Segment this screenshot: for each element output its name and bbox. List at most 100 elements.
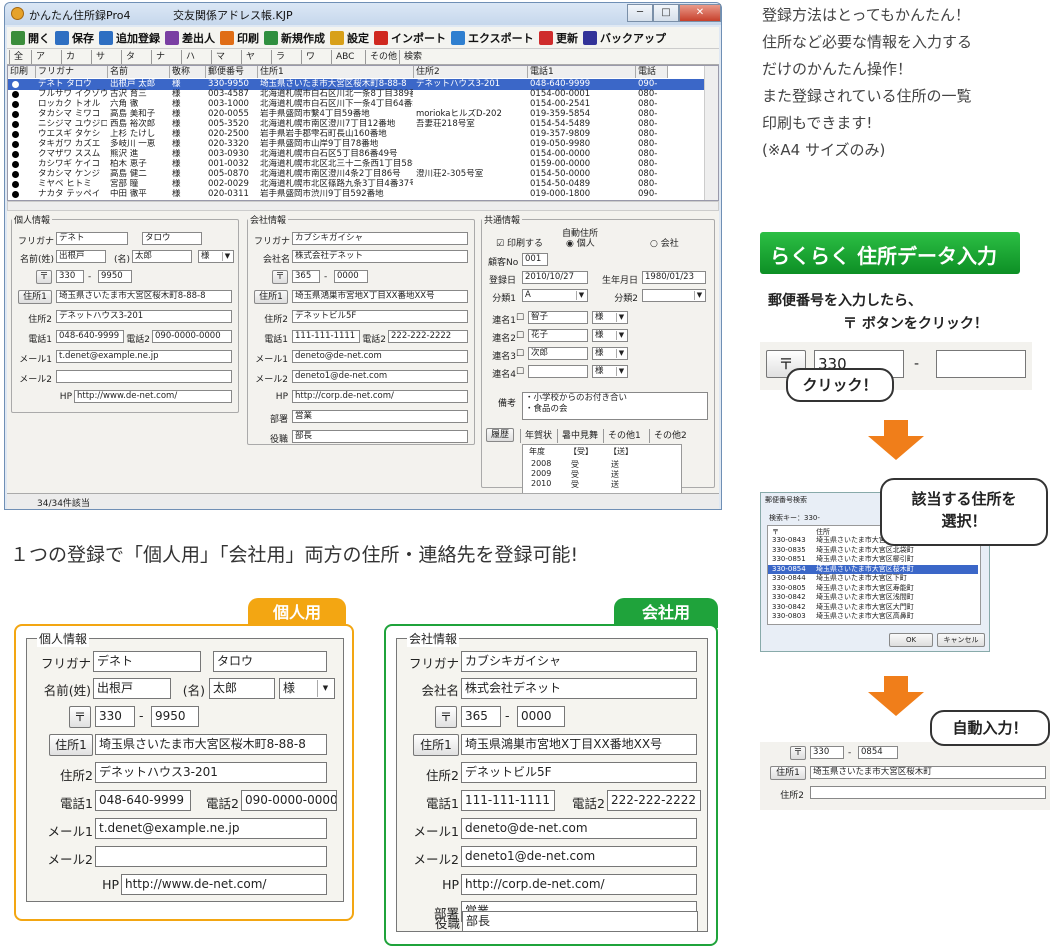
dialog-row[interactable]: 330-0851 埼玉県さいたま市大宮区櫛引町 [768, 555, 978, 564]
company-tel2-input[interactable]: 222-222-2222 [607, 790, 701, 811]
result-address2[interactable] [810, 786, 1046, 799]
maximize-button[interactable]: □ [653, 4, 679, 22]
joint-name-input-3[interactable]: 次郎 [528, 347, 588, 360]
index-tab-0[interactable]: 全て [9, 50, 31, 76]
company-address2-input[interactable]: デネットビル5F [461, 762, 697, 783]
mail2-input[interactable] [56, 370, 232, 383]
grid-header-1[interactable]: フリガナ [36, 66, 108, 78]
zip-search-button[interactable]: 〒 [36, 270, 52, 284]
joint-checkbox-2[interactable]: ☐ [516, 331, 524, 341]
company-tel1-input[interactable]: 111-111-1111 [292, 330, 360, 343]
index-tab-1[interactable]: ア [31, 50, 61, 64]
company-name-input[interactable]: 株式会社デネット [461, 678, 697, 699]
radio-personal[interactable]: ◉ 個人 [566, 236, 595, 249]
company-furigana-input[interactable]: カブシキガイシャ [292, 232, 468, 245]
company-zip1-input[interactable]: 365 [292, 270, 320, 283]
zip-search-button[interactable]: 〒 [69, 706, 91, 728]
company-address2-input[interactable]: デネットビル5F [292, 310, 468, 323]
company-address1-input[interactable]: 埼玉県鴻巣市宮地X丁目XX番地XX号 [461, 734, 697, 755]
company-hp-input[interactable]: http://corp.de-net.com/ [292, 390, 468, 403]
tel1-input[interactable]: 048-640-9999 [56, 330, 124, 343]
grid-header-6[interactable]: 住所2 [414, 66, 528, 78]
company-furigana-input[interactable]: カブシキガイシャ [461, 651, 697, 672]
hp-input[interactable]: http://www.de-net.com/ [121, 874, 327, 895]
index-tab-2[interactable]: カ [61, 50, 91, 64]
index-tab-11[interactable]: ABC [331, 50, 365, 64]
company-mail2-input[interactable]: deneto1@de-net.com [292, 370, 468, 383]
customer-no-input[interactable]: 001 [522, 253, 548, 266]
furigana-sei-input[interactable]: デネト [93, 651, 201, 672]
furigana-mei-input[interactable]: タロウ [142, 232, 202, 245]
index-tab-6[interactable]: ハ [181, 50, 211, 64]
company-mail1-input[interactable]: deneto@de-net.com [292, 350, 468, 363]
joint-honorific-select-3[interactable]: 様 ▼ [592, 347, 628, 360]
joint-name-input-2[interactable]: 花子 [528, 329, 588, 342]
address2-input[interactable]: デネットハウス3-201 [56, 310, 232, 323]
result-zip1[interactable]: 330 [810, 746, 844, 759]
dialog-row[interactable]: 330-0805 埼玉県さいたま市大宮区寿能町 [768, 584, 978, 593]
history-tab-3[interactable]: その他2 [649, 429, 687, 443]
honorific-select[interactable]: 様 ▼ [279, 678, 335, 699]
company-address1-input[interactable]: 埼玉県鴻巣市宮地X丁目XX番地XX号 [292, 290, 468, 303]
mail2-input[interactable] [95, 846, 327, 867]
joint-checkbox-4[interactable]: ☐ [516, 367, 524, 377]
role-input[interactable]: 部長 [292, 430, 468, 443]
company-zip-button[interactable]: 〒 [435, 706, 457, 728]
company-hp-input[interactable]: http://corp.de-net.com/ [461, 874, 697, 895]
grid-header-4[interactable]: 郵便番号 [206, 66, 258, 78]
dialog-row[interactable]: 330-0835 埼玉県さいたま市大宮区北袋町 [768, 546, 978, 555]
furigana-mei-input[interactable]: タロウ [213, 651, 327, 672]
toolbar-button-9[interactable]: 更新 [537, 29, 582, 47]
zip1-input[interactable]: 330 [56, 270, 84, 283]
grid-header-8[interactable]: 電話 [636, 66, 668, 78]
history-tab-2[interactable]: その他1 [603, 429, 641, 443]
grid-header-5[interactable]: 住所1 [258, 66, 414, 78]
grid-header-2[interactable]: 名前 [108, 66, 170, 78]
table-row[interactable]: ナカタ テッペイ 中田 徹平 様 020-0311 岩手県盛岡市渋川9丁目592番地 01… [8, 189, 704, 200]
furigana-sei-input[interactable]: デネト [56, 232, 128, 245]
address-grid[interactable]: 印刷 フリガナ 名前 敬称 郵便番号 住所1 住所2 電話1 電話 デネト タロウ 出根戸 太郎様… [7, 65, 719, 201]
index-tab-5[interactable]: ナ [151, 50, 181, 64]
company-address1-button[interactable]: 住所1 [413, 734, 459, 756]
history-tab-0[interactable]: 年賀状 [520, 429, 552, 443]
name-sei-input[interactable]: 出根戸 [56, 250, 106, 263]
tel2-input[interactable]: 090-0000-0000 [152, 330, 232, 343]
result-address1-button[interactable]: 住所1 [770, 766, 806, 780]
print-checkbox[interactable]: ☑ 印刷する [496, 236, 543, 249]
grid-header-7[interactable]: 電話1 [528, 66, 636, 78]
index-tab-4[interactable]: タ [121, 50, 151, 64]
company-mail1-input[interactable]: deneto@de-net.com [461, 818, 697, 839]
toolbar-button-3[interactable]: 差出人 [163, 29, 219, 47]
dialog-row[interactable]: 330-0803 埼玉県さいたま市大宮区高鼻町 [768, 612, 978, 621]
toolbar-button-1[interactable]: 保存 [53, 29, 98, 47]
history-tab-1[interactable]: 暑中見舞 [557, 429, 598, 443]
toolbar-button-8[interactable]: エクスポート [449, 29, 538, 47]
birth-input[interactable]: 1980/01/23 [642, 271, 706, 284]
grid-header-0[interactable]: 印刷 [8, 66, 36, 78]
company-address1-button[interactable]: 住所1 [254, 290, 288, 304]
company-zip-button[interactable]: 〒 [272, 270, 288, 284]
toolbar-button-0[interactable]: 開く [9, 29, 54, 47]
company-mail2-input[interactable]: deneto1@de-net.com [461, 846, 697, 867]
zip-example-input2[interactable] [936, 350, 1026, 378]
joint-checkbox-3[interactable]: ☐ [516, 349, 524, 359]
tel2-input[interactable]: 090-0000-0000 [241, 790, 337, 811]
name-sei-input[interactable]: 出根戸 [93, 678, 171, 699]
index-tab-7[interactable]: マ [211, 50, 241, 64]
cat1-select[interactable]: A ▼ [522, 289, 588, 302]
joint-checkbox-1[interactable]: ☐ [516, 313, 524, 323]
address2-input[interactable]: デネットハウス3-201 [95, 762, 327, 783]
index-tab-8[interactable]: ヤ [241, 50, 271, 64]
grid-horizontal-scrollbar[interactable] [7, 201, 719, 211]
toolbar-button-7[interactable]: インポート [372, 29, 450, 47]
company-zip2-input[interactable]: 0000 [517, 706, 565, 727]
grid-vertical-scrollbar[interactable] [704, 66, 718, 200]
reg-date-input[interactable]: 2010/10/27 [522, 271, 588, 284]
hp-input[interactable]: http://www.de-net.com/ [74, 390, 232, 403]
address1-input[interactable]: 埼玉県さいたま市大宮区桜木町8-88-8 [56, 290, 232, 303]
index-tab-10[interactable]: ワ [301, 50, 331, 64]
zip1-input[interactable]: 330 [95, 706, 135, 727]
index-tab-12[interactable]: その他 [365, 50, 399, 64]
dialog-ok-button[interactable]: OK [889, 633, 933, 647]
joint-honorific-select-1[interactable]: 様 ▼ [592, 311, 628, 324]
